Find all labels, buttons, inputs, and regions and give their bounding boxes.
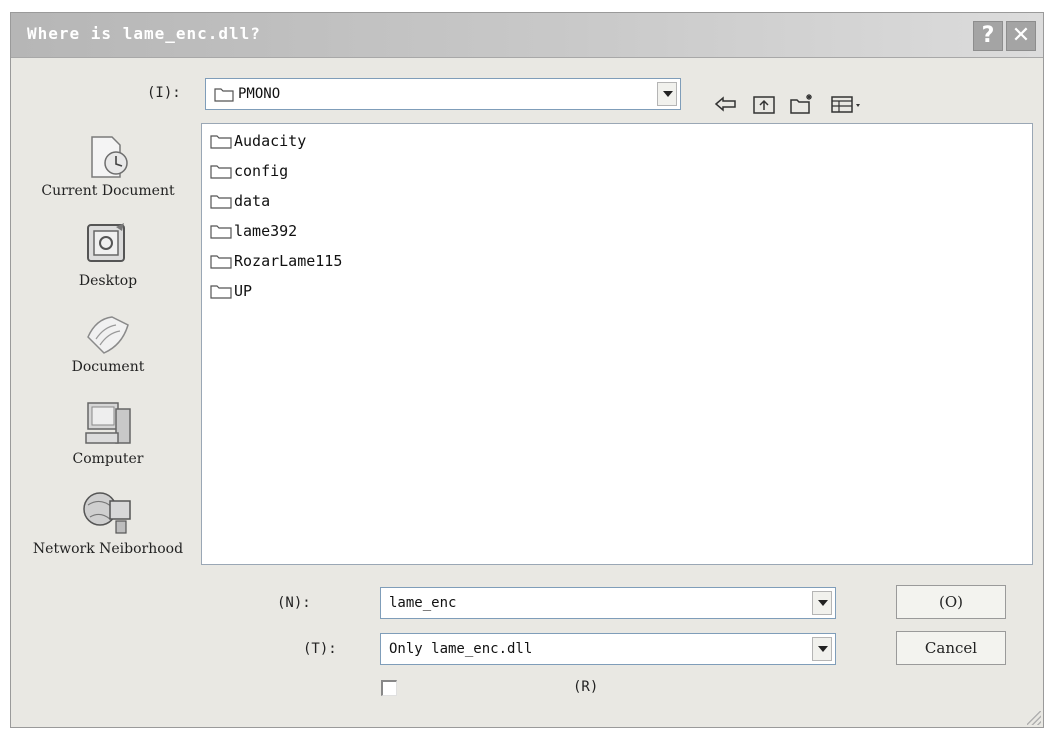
- help-button[interactable]: ?: [973, 21, 1003, 51]
- close-button[interactable]: ✕: [1006, 21, 1036, 51]
- chevron-down-icon[interactable]: [812, 591, 832, 615]
- computer-icon: [85, 402, 131, 444]
- cancel-button[interactable]: Cancel: [896, 631, 1006, 665]
- my-documents-icon: [87, 316, 129, 354]
- file-type-label: (T):: [303, 641, 337, 657]
- list-item[interactable]: config: [210, 160, 288, 182]
- list-item[interactable]: data: [210, 190, 270, 212]
- folder-icon: [210, 285, 232, 299]
- chevron-down-icon[interactable]: [812, 637, 832, 661]
- look-in-value: PMONO: [238, 86, 281, 102]
- places-bar: Current Document Desktop Document Comput…: [13, 123, 203, 573]
- back-icon[interactable]: [713, 92, 739, 116]
- place-network-neighborhood[interactable]: Network Neiborhood: [13, 487, 203, 557]
- new-folder-icon[interactable]: [789, 92, 815, 116]
- dialog-title: Where is lame_enc.dll?: [27, 24, 261, 43]
- recent-documents-icon: [91, 136, 128, 178]
- place-desktop[interactable]: Desktop: [13, 221, 203, 289]
- folder-icon: [210, 195, 232, 209]
- network-icon: [83, 492, 131, 534]
- view-menu-icon[interactable]: [829, 92, 865, 116]
- read-only-checkbox[interactable]: [381, 680, 397, 696]
- place-current-document[interactable]: Current Document: [13, 133, 203, 199]
- chevron-down-icon[interactable]: [657, 82, 677, 106]
- read-only-label: (R): [573, 679, 599, 695]
- list-item[interactable]: Audacity: [210, 130, 306, 152]
- desktop-icon: [87, 223, 125, 262]
- folder-icon: [214, 88, 234, 102]
- folder-icon: [210, 225, 232, 239]
- folder-icon: [210, 255, 232, 269]
- folder-icon: [210, 135, 232, 149]
- file-list[interactable]: Audacity config data lame392 RozarLame11…: [201, 123, 1033, 565]
- folder-icon: [210, 165, 232, 179]
- file-name-label: (N):: [277, 595, 311, 611]
- look-in-label: (I):: [147, 85, 181, 101]
- list-item[interactable]: RozarLame115: [210, 250, 342, 272]
- list-item[interactable]: lame392: [210, 220, 297, 242]
- file-type-dropdown[interactable]: Only lame_enc.dll: [380, 633, 836, 665]
- up-folder-icon[interactable]: [751, 92, 777, 116]
- file-type-value: Only lame_enc.dll: [389, 641, 533, 657]
- file-open-dialog: Where is lame_enc.dll? ? ✕ (I): PMONO Cu…: [10, 12, 1044, 728]
- list-item[interactable]: UP: [210, 280, 252, 302]
- file-name-input[interactable]: lame_enc: [380, 587, 836, 619]
- look-in-dropdown[interactable]: PMONO: [205, 78, 681, 110]
- place-computer[interactable]: Computer: [13, 399, 203, 467]
- title-bar[interactable]: Where is lame_enc.dll? ? ✕: [11, 13, 1043, 58]
- place-document[interactable]: Document: [13, 311, 203, 375]
- open-button[interactable]: (O): [896, 585, 1006, 619]
- resize-grip-icon[interactable]: [1027, 711, 1041, 725]
- file-name-value: lame_enc: [389, 595, 457, 611]
